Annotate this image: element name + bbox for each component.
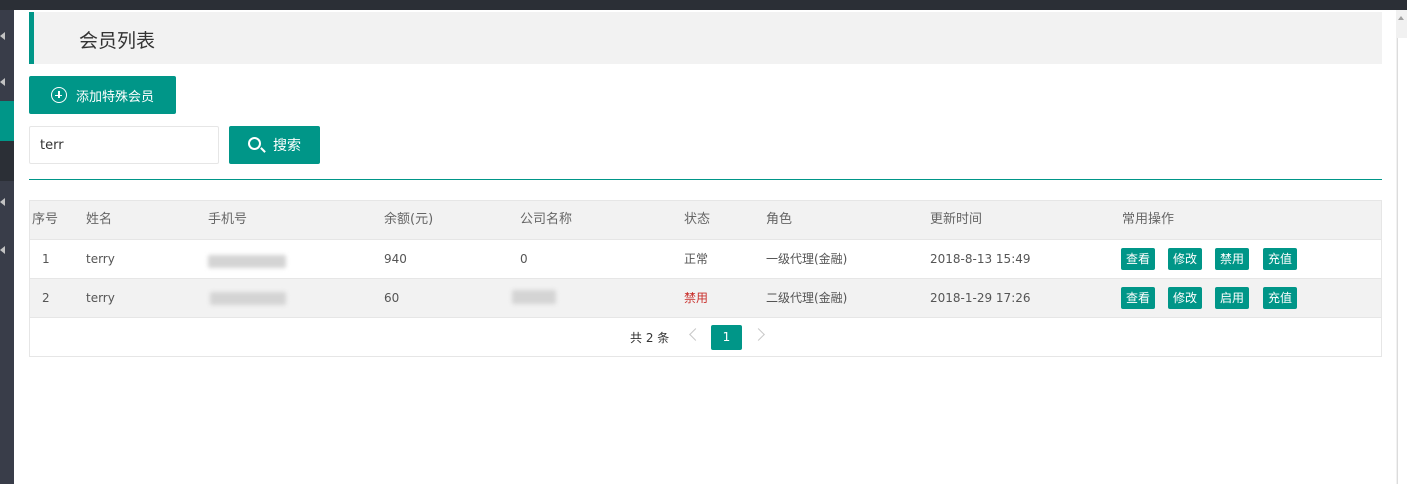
search-button[interactable]: 搜索 <box>229 126 320 164</box>
row-index: 2 <box>42 291 50 305</box>
sidebar-item[interactable] <box>0 141 14 181</box>
member-name: terry <box>86 291 115 305</box>
view-button[interactable]: 查看 <box>1121 287 1155 309</box>
company-name: 0 <box>520 252 528 266</box>
member-table: 序号 姓名 手机号 余额(元) 公司名称 状态 角色 更新时间 常用操作 1 t… <box>29 200 1382 357</box>
edit-button[interactable]: 修改 <box>1168 287 1202 309</box>
column-header: 状态 <box>684 212 711 227</box>
table-header-row: 序号 姓名 手机号 余额(元) 公司名称 状态 角色 更新时间 常用操作 <box>30 201 1381 240</box>
redacted-phone <box>208 255 286 268</box>
column-header: 余额(元) <box>384 212 434 227</box>
sidebar-item-active[interactable] <box>0 101 14 141</box>
recharge-button[interactable]: 充值 <box>1263 287 1297 309</box>
column-header: 姓名 <box>86 212 113 227</box>
plus-circle-icon <box>50 87 67 103</box>
status-text: 禁用 <box>684 291 709 305</box>
view-button[interactable]: 查看 <box>1121 248 1155 270</box>
chevron-left-icon[interactable] <box>689 328 702 341</box>
table-row: 1 terry 940 0 正常 一级代理(金融) 2018-8-13 15:4… <box>30 240 1381 279</box>
scroll-up-icon[interactable] <box>1398 16 1404 20</box>
total-count: 共 2 条 <box>630 331 670 345</box>
edit-button[interactable]: 修改 <box>1168 248 1202 270</box>
member-name: terry <box>86 252 115 266</box>
header-accent-bar <box>29 12 34 64</box>
page-button-current[interactable]: 1 <box>711 325 742 350</box>
column-header: 更新时间 <box>930 212 983 227</box>
chevron-right-icon[interactable] <box>752 328 765 341</box>
column-header: 常用操作 <box>1122 212 1175 227</box>
sidebar <box>0 10 14 484</box>
sidebar-expand-icon[interactable] <box>0 246 5 254</box>
add-special-member-button[interactable]: 添加特殊会员 <box>29 76 176 114</box>
member-balance: 940 <box>384 252 407 266</box>
search-icon <box>248 136 261 150</box>
pagination: 共 2 条 1 <box>30 318 1381 356</box>
page-title: 会员列表 <box>79 30 156 52</box>
recharge-button[interactable]: 充值 <box>1263 248 1297 270</box>
column-header: 序号 <box>32 212 59 227</box>
member-role: 一级代理(金融) <box>766 252 848 266</box>
status-text: 正常 <box>684 252 709 266</box>
member-balance: 60 <box>384 291 400 305</box>
disable-button[interactable]: 禁用 <box>1215 248 1249 270</box>
sidebar-expand-icon[interactable] <box>0 198 5 206</box>
add-button-label: 添加特殊会员 <box>75 89 154 105</box>
row-index: 1 <box>42 252 50 266</box>
updated-time: 2018-1-29 17:26 <box>930 291 1031 305</box>
divider <box>29 179 1382 180</box>
member-role: 二级代理(金融) <box>766 291 848 305</box>
scrollbar-thumb[interactable] <box>1397 38 1407 484</box>
page-header: 会员列表 <box>29 12 1382 64</box>
search-button-label: 搜索 <box>273 138 301 154</box>
column-header: 手机号 <box>208 212 248 227</box>
search-input[interactable] <box>29 126 219 164</box>
sidebar-expand-icon[interactable] <box>0 78 5 86</box>
sidebar-expand-icon[interactable] <box>0 32 5 40</box>
column-header: 公司名称 <box>520 212 573 227</box>
redacted-company <box>512 290 556 304</box>
redacted-phone <box>210 292 286 305</box>
top-bar <box>0 0 1407 10</box>
table-row: 2 terry 60 禁用 二级代理(金融) 2018-1-29 17:26 查… <box>30 279 1381 318</box>
column-header: 角色 <box>766 212 793 227</box>
updated-time: 2018-8-13 15:49 <box>930 252 1031 266</box>
enable-button[interactable]: 启用 <box>1215 287 1249 309</box>
scrollbar[interactable] <box>1396 10 1407 484</box>
